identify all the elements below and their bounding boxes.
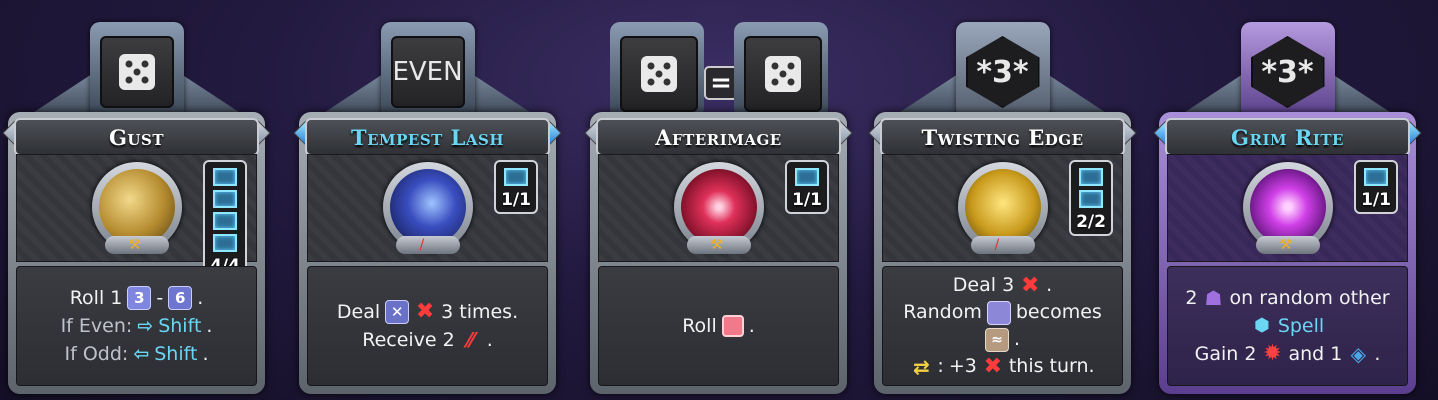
claw-icon: ⁄⁄ (467, 328, 475, 352)
hammer-icon: ⚒ (686, 236, 751, 254)
card-description: Deal ✕ ✖ 3 times. Receive 2 ⁄⁄. (307, 266, 548, 386)
dice-slot[interactable]: *3* (1240, 22, 1335, 118)
card-wing-left (28, 70, 98, 116)
charge-counter: 1/1 (494, 160, 538, 214)
card-title-bar: Tempest Lash (305, 118, 550, 156)
die-icon: 6 (168, 286, 193, 310)
spell-icon: ⬢ (1253, 315, 1270, 336)
card-title: Afterimage (655, 124, 782, 150)
card-title-bar: Grim Rite (1165, 118, 1410, 156)
arrow-left-icon: ⇦ (133, 343, 150, 365)
card-description: 2 ☗ on random other ⬢ Spell Gain 2 ✹ and … (1167, 266, 1408, 386)
card-description: Roll 1 3-6. If Even: ⇨ Shift. If Odd: ⇦ Sh… (16, 266, 257, 386)
die-icon: 3 (127, 286, 152, 310)
card-description: Deal 3 ✖. Random becomes ≈. ⇄: +3 ✖ this… (882, 266, 1123, 386)
charge-count: 1/1 (1361, 190, 1391, 210)
card-title-bar: Twisting Edge (880, 118, 1125, 156)
charge-counter: 1/1 (1354, 160, 1398, 214)
sword-cross-icon: ✖ (983, 353, 1003, 379)
desc-line: 2 ☗ on random other (1185, 286, 1390, 310)
desc-line: ≈. (984, 326, 1020, 353)
card-title: Gust (108, 124, 164, 150)
desc-line: If Even: ⇨ Shift. (61, 312, 213, 340)
keyword-shift[interactable]: Shift (158, 312, 201, 340)
charge-counter: 2/2 (1069, 160, 1113, 236)
card-afterimage[interactable]: = Afterimage ⚒ 1/1 Roll . (582, 0, 855, 400)
card-title: Grim Rite (1231, 124, 1344, 150)
card-wing-left (319, 70, 389, 116)
card-wing-right (175, 70, 245, 116)
desc-line: Roll 1 3-6. (69, 286, 204, 310)
desc-line: Random becomes (903, 300, 1102, 325)
whirlwind-icon (98, 169, 175, 245)
card-wing-right (1041, 70, 1111, 116)
lash-icon (389, 169, 466, 245)
desc-line: If Odd: ⇦ Shift. (65, 340, 209, 368)
charge-count: 1/1 (501, 190, 531, 210)
dice-slot[interactable] (89, 22, 184, 118)
arrow-right-icon: ⇨ (137, 315, 154, 337)
wind-icon: ≈ (984, 327, 1009, 352)
charge-count: 1/1 (792, 190, 822, 210)
die-icon (744, 36, 822, 112)
keyword-spell[interactable]: Spell (1278, 312, 1324, 340)
sword-cross-icon: ✖ (1020, 272, 1040, 298)
card-wing-left (894, 70, 964, 116)
card-title-bar: Gust (14, 118, 259, 156)
desc-line: Deal ✕ ✖ 3 times. (336, 299, 519, 324)
afterimage-icon (680, 169, 757, 245)
card-title: Tempest Lash (350, 124, 505, 150)
charge-counter: 4/4 (203, 160, 247, 280)
dice-slot[interactable]: *3* (955, 22, 1050, 118)
card-grim-rite[interactable]: *3* Grim Rite ⚒ 1/1 2 ☗ on random other … (1151, 0, 1424, 400)
gem-icon (721, 315, 744, 337)
sword-icon: / (970, 236, 1035, 254)
slot-condition: EVEN (390, 36, 465, 108)
card-title: Twisting Edge (921, 124, 1084, 150)
card-title-bar: Afterimage (596, 118, 841, 156)
desc-line: Roll . (682, 315, 755, 337)
die-icon (620, 36, 698, 112)
hammer-icon: ⚒ (1255, 236, 1320, 254)
cube-icon (986, 300, 1011, 325)
card-twisting-edge[interactable]: *3* Twisting Edge / 2/2 Deal 3 ✖. Random… (866, 0, 1139, 400)
keyword-shift[interactable]: Shift (154, 340, 197, 368)
void-eye-icon (1249, 169, 1326, 245)
desc-line: Deal 3 ✖. (952, 272, 1053, 298)
charge-count: 2/2 (1076, 212, 1106, 232)
charge-counter: 1/1 (785, 160, 829, 214)
desc-line: ⇄: +3 ✖ this turn. (910, 353, 1095, 380)
card-wing-right (1326, 70, 1396, 116)
card-gust[interactable]: Gust ⚒ 4/4 Roll 1 3-6. If Even: ⇨Shift. … (0, 0, 273, 400)
burst-icon: ✹ (1263, 341, 1282, 366)
twisting-blade-icon (964, 169, 1041, 245)
equals-icon: = (704, 66, 738, 100)
sword-cross-icon: ✖ (415, 299, 435, 324)
card-description: Roll . (598, 266, 839, 386)
hood-icon: ☗ (1204, 286, 1223, 310)
die-x-icon: ✕ (385, 300, 410, 324)
hammer-icon: ⚒ (104, 236, 169, 254)
die-icon (99, 36, 174, 108)
desc-line: Gain 2 ✹ and 1 ◈. (1194, 341, 1381, 366)
sword-icon: / (395, 236, 460, 254)
swap-icon: ⇄ (913, 354, 930, 379)
card-wing-left (1179, 70, 1249, 116)
dice-slot[interactable]: EVEN (380, 22, 475, 118)
card-tempest-lash[interactable]: EVEN Tempest Lash / 1/1 Deal ✕ ✖ 3 times… (291, 0, 564, 400)
shield-icon: ◈ (1350, 342, 1367, 366)
dice-slot-pair[interactable]: = (610, 22, 828, 118)
card-wing-right (466, 70, 536, 116)
desc-line: Receive 2 ⁄⁄. (362, 328, 493, 352)
desc-line: ⬢ Spell (1251, 312, 1324, 340)
